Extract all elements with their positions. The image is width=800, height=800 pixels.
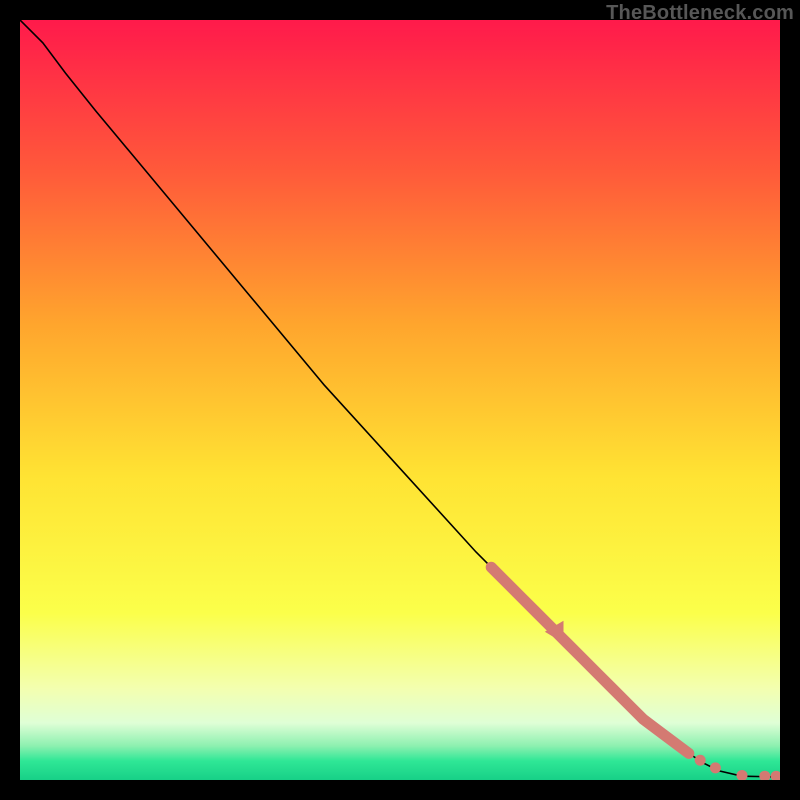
plot-background [20, 20, 780, 780]
chart-plot [20, 20, 780, 780]
tail-dot [710, 762, 721, 773]
chart-frame: TheBottleneck.com [0, 0, 800, 800]
tail-dot [695, 755, 706, 766]
